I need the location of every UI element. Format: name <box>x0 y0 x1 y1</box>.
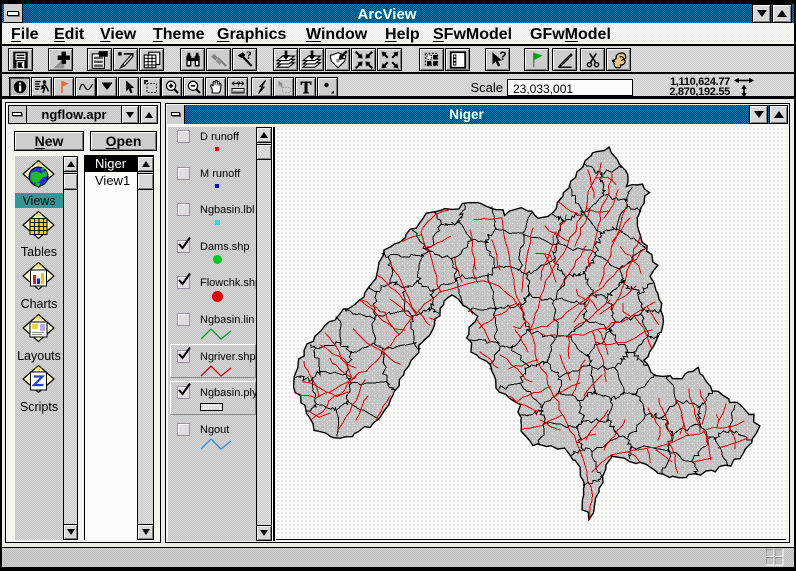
svg-text:?: ? <box>246 50 252 62</box>
svg-text:?: ? <box>236 80 241 89</box>
svg-text:?: ? <box>499 50 506 63</box>
